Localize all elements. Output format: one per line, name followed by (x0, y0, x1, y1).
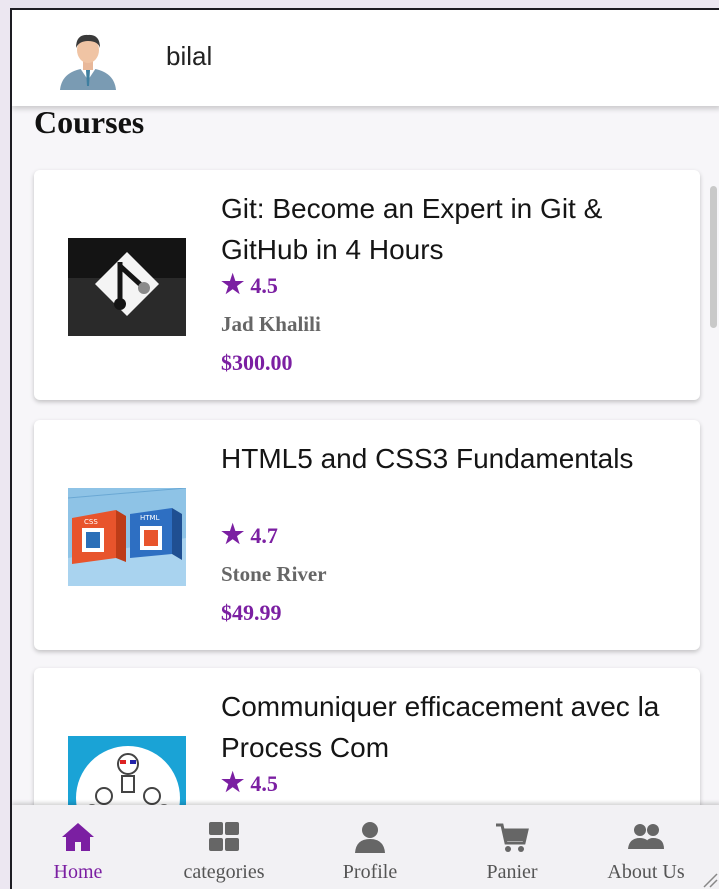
course-rating: ★ 4.5 (221, 768, 278, 798)
course-author: Jad Khalili (221, 312, 321, 336)
course-list: Git: Become an Expert in Git & GitHub in… (12, 10, 719, 889)
course-rating: ★ 4.5 (221, 270, 278, 300)
nav-about-label: About Us (607, 861, 685, 883)
course-title[interactable]: HTML5 and CSS3 Fundamentals (221, 438, 681, 479)
person-icon (355, 822, 385, 853)
app-header: bilal (12, 10, 719, 106)
course-rating: ★ 4.7 (221, 520, 278, 550)
cart-icon (496, 823, 529, 852)
course-price: $300.00 (221, 350, 293, 375)
course-thumbnail[interactable] (68, 238, 186, 336)
rating-value: 4.5 (250, 771, 278, 796)
css-label: CSS (84, 518, 98, 526)
rating-value: 4.7 (250, 523, 278, 548)
star-icon: ★ (221, 768, 245, 797)
nav-panier[interactable]: Panier (452, 805, 572, 889)
nav-about[interactable]: About Us (586, 805, 706, 889)
avatar[interactable] (56, 30, 120, 90)
app-frame: bilal Courses Git: Become an Expert in G… (10, 8, 719, 889)
nav-profile[interactable]: Profile (310, 805, 430, 889)
star-icon: ★ (221, 270, 245, 299)
scrollbar[interactable] (710, 186, 717, 328)
course-price: $49.99 (221, 600, 282, 625)
bottom-navigation: Home categories Profile Panier About Us (12, 805, 719, 889)
course-card[interactable]: Git: Become an Expert in Git & GitHub in… (34, 170, 700, 400)
course-card[interactable]: CSS HTML HTML5 and CSS3 Fundamentals ★ 4.… (34, 420, 700, 650)
rating-value: 4.5 (250, 273, 278, 298)
username: bilal (166, 41, 213, 71)
course-thumbnail[interactable]: CSS HTML (68, 488, 186, 586)
nav-categories[interactable]: categories (164, 805, 284, 889)
page-title: Courses (34, 104, 145, 140)
star-icon: ★ (221, 520, 245, 549)
resize-handle-icon[interactable] (700, 870, 718, 888)
nav-home-label: Home (53, 861, 103, 883)
window-top-strip (0, 0, 719, 8)
nav-panier-label: Panier (486, 861, 538, 883)
course-title[interactable]: Communiquer efficacement avec la Process… (221, 686, 681, 768)
nav-profile-label: Profile (342, 861, 398, 883)
course-title[interactable]: Git: Become an Expert in Git & GitHub in… (221, 188, 681, 270)
tab-strip (10, 0, 170, 8)
course-author: Stone River (221, 562, 327, 586)
nav-categories-label: categories (183, 861, 265, 883)
nav-home[interactable]: Home (18, 805, 138, 889)
home-icon (62, 823, 94, 851)
html-label: HTML (140, 514, 160, 522)
grid-icon (209, 822, 239, 851)
group-icon (628, 824, 664, 849)
